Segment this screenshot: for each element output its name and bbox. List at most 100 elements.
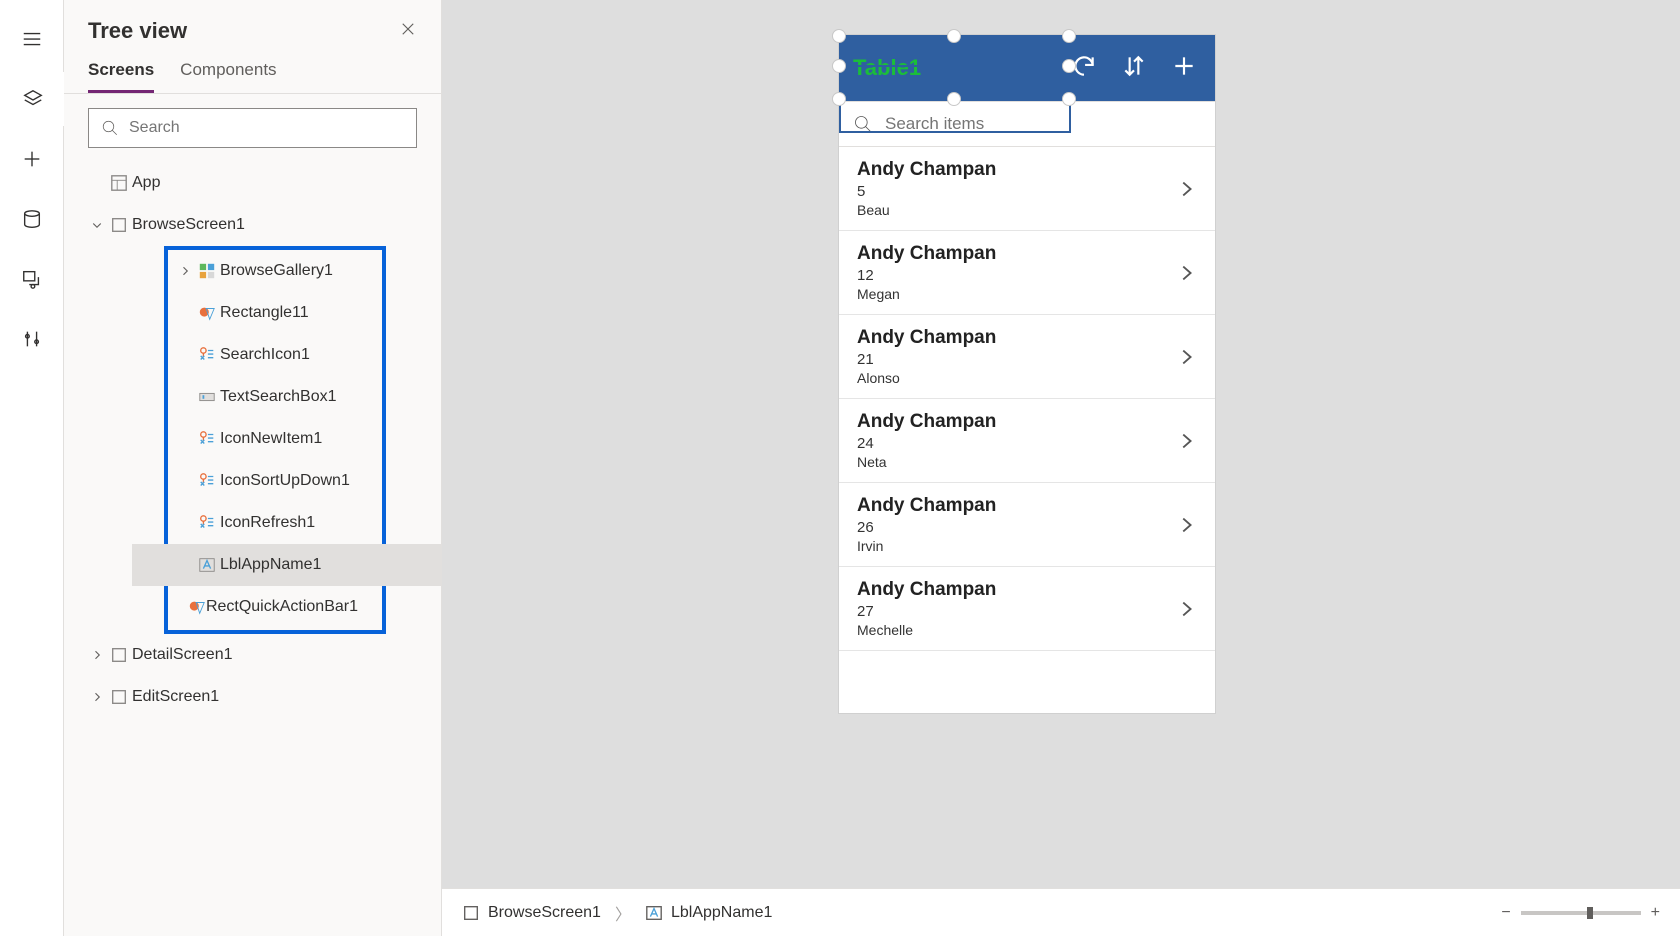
selection-handle[interactable] xyxy=(832,29,846,43)
chevron-right-icon xyxy=(1175,430,1197,452)
tree-label: Rectangle11 xyxy=(220,304,358,322)
icons-icon xyxy=(194,472,220,490)
textinput-icon xyxy=(194,388,220,406)
breadcrumb-control[interactable]: LblAppName1 xyxy=(645,904,772,922)
data-rail-button[interactable] xyxy=(0,192,64,246)
settings-rail-button[interactable] xyxy=(0,312,64,366)
app-icon xyxy=(106,174,132,192)
sort-icon xyxy=(1121,53,1147,79)
selection-handle[interactable] xyxy=(1062,59,1076,73)
screen-icon xyxy=(106,688,132,706)
selection-handle[interactable] xyxy=(1062,29,1076,43)
list-item-sub: Megan xyxy=(857,286,996,302)
list-item-title: Andy Champan xyxy=(857,495,996,517)
zoom-in-button[interactable]: + xyxy=(1651,904,1660,922)
tab-components[interactable]: Components xyxy=(180,54,276,93)
tree-node-app[interactable]: App xyxy=(64,162,441,204)
list-item-sub: Beau xyxy=(857,202,996,218)
preview-list: Andy Champan5BeauAndy Champan12MeganAndy… xyxy=(839,147,1215,651)
canvas[interactable]: Table1 Andy Champan 5 Beau Andy Champan12Me… xyxy=(442,0,1680,888)
tree-node-browsescreen[interactable]: BrowseScreen1 xyxy=(64,204,441,246)
preview-search-input[interactable] xyxy=(885,114,1201,134)
selection-handle[interactable] xyxy=(947,29,961,43)
treeview-rail-button[interactable] xyxy=(0,72,64,126)
selection-handle[interactable] xyxy=(832,59,846,73)
list-item[interactable]: Andy Champan26Irvin xyxy=(839,483,1215,567)
search-icon xyxy=(853,114,873,134)
list-item-number: 27 xyxy=(857,603,996,620)
chevron-right-icon xyxy=(1175,178,1197,200)
insert-rail-button[interactable] xyxy=(0,132,64,186)
preview-search[interactable] xyxy=(839,101,1215,147)
zoom-slider[interactable] xyxy=(1521,911,1641,915)
screen-icon xyxy=(462,904,480,922)
chevron-right-icon xyxy=(1175,262,1197,284)
chevron-right-icon xyxy=(88,691,106,703)
tree-node-iconrefresh1[interactable]: IconRefresh1 xyxy=(168,502,382,544)
zoom-control[interactable]: − + xyxy=(1501,904,1660,922)
list-item-sub: Alonso xyxy=(857,370,996,386)
list-item-number: 5 xyxy=(857,183,996,200)
list-item-title: Andy Champan xyxy=(857,243,996,265)
tree-node-rectquickactionbar1[interactable]: RectQuickActionBar1 xyxy=(168,586,382,628)
list-item-sub: Neta xyxy=(857,454,996,470)
hamburger-button[interactable] xyxy=(0,12,64,66)
icons-icon xyxy=(194,346,220,364)
tree-node-iconsortupdown1[interactable]: IconSortUpDown1 xyxy=(168,460,382,502)
tree-label: EditScreen1 xyxy=(132,688,417,706)
selection-handle[interactable] xyxy=(832,92,846,106)
screen-icon xyxy=(106,216,132,234)
label-icon xyxy=(645,904,663,922)
tree-label: IconSortUpDown1 xyxy=(220,472,358,490)
chevron-right-icon xyxy=(88,649,106,661)
shape-icon xyxy=(188,598,206,616)
tab-screens[interactable]: Screens xyxy=(88,54,154,93)
zoom-out-button[interactable]: − xyxy=(1501,904,1510,922)
treeview-search-input[interactable] xyxy=(129,119,404,137)
gallery-icon xyxy=(194,262,220,280)
tree-label: TextSearchBox1 xyxy=(220,388,358,406)
list-item-number: 26 xyxy=(857,519,996,536)
tree-node-rectangle11[interactable]: Rectangle11 xyxy=(168,292,382,334)
chevron-right-icon xyxy=(1175,598,1197,620)
layers-icon xyxy=(22,88,44,110)
screen-icon xyxy=(106,646,132,664)
add-button[interactable] xyxy=(1171,53,1197,84)
appbar-title: Table1 xyxy=(853,55,921,81)
breadcrumb-screen[interactable]: BrowseScreen1 xyxy=(462,904,601,922)
tree-label: BrowseGallery1 xyxy=(220,262,358,280)
plus-icon xyxy=(1171,53,1197,79)
tree-label: DetailScreen1 xyxy=(132,646,417,664)
sliders-icon xyxy=(21,328,43,350)
plus-icon xyxy=(21,148,43,170)
zoom-thumb[interactable] xyxy=(1587,907,1593,919)
tree-label: BrowseScreen1 xyxy=(132,216,417,234)
media-rail-button[interactable] xyxy=(0,252,64,306)
chevron-down-icon xyxy=(88,219,106,231)
treeview-search[interactable] xyxy=(88,108,417,148)
tree-node-iconnewitem1[interactable]: IconNewItem1 xyxy=(168,418,382,460)
list-item[interactable]: Andy Champan27Mechelle xyxy=(839,567,1215,651)
list-item[interactable]: Andy Champan5Beau xyxy=(839,147,1215,231)
sort-button[interactable] xyxy=(1121,53,1147,84)
treeview-title: Tree view xyxy=(88,18,187,44)
list-item[interactable]: Andy Champan12Megan xyxy=(839,231,1215,315)
list-item-number: 21 xyxy=(857,351,996,368)
tree-node-textsearchbox1[interactable]: TextSearchBox1 xyxy=(168,376,382,418)
treeview-close-button[interactable] xyxy=(399,18,417,44)
app-preview: Table1 Andy Champan 5 Beau Andy Champan12Me… xyxy=(838,34,1216,714)
tree-label: RectQuickActionBar1 xyxy=(206,598,358,616)
highlight-annotation: BrowseGallery1 Rectangle11 SearchIcon1 T… xyxy=(164,246,386,634)
tree-node-browsegallery[interactable]: BrowseGallery1 xyxy=(168,250,382,292)
close-icon xyxy=(399,20,417,38)
list-item-title: Andy Champan xyxy=(857,411,996,433)
tree-node-searchicon1[interactable]: SearchIcon1 xyxy=(168,334,382,376)
selection-handle[interactable] xyxy=(1062,92,1076,106)
preview-appbar: Table1 xyxy=(839,35,1215,101)
tree-node-editscreen[interactable]: EditScreen1 xyxy=(64,676,441,718)
list-item[interactable]: Andy Champan24Neta xyxy=(839,399,1215,483)
selection-handle[interactable] xyxy=(947,92,961,106)
tree-node-detailscreen[interactable]: DetailScreen1 xyxy=(64,634,441,676)
list-item[interactable]: Andy Champan21Alonso xyxy=(839,315,1215,399)
tree-label: LblAppName1 xyxy=(220,556,456,574)
